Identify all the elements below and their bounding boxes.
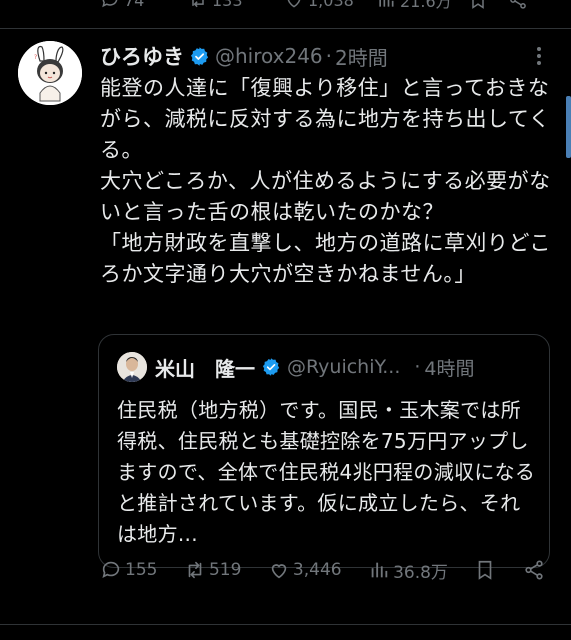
quoted-avatar	[117, 352, 147, 382]
like-icon	[287, 0, 301, 8]
quoted-separator-dot: ·	[414, 356, 421, 378]
prev-views-action[interactable]: 21.6万	[376, 0, 468, 12]
reply-icon	[102, 561, 120, 578]
tweet-header: ひろゆき @hirox246 · 2時間	[100, 41, 551, 71]
share-button[interactable]	[523, 559, 545, 581]
avatar[interactable]: ?	[18, 41, 82, 105]
repost-count: 519	[208, 560, 242, 580]
bookmark-button[interactable]	[474, 559, 496, 581]
bookmark-icon	[479, 560, 492, 580]
view-count: 36.8万	[393, 562, 448, 583]
views-button[interactable]: 36.8万	[368, 558, 448, 583]
timestamp[interactable]: 2時間	[335, 42, 388, 71]
display-name[interactable]: ひろゆき	[100, 41, 184, 71]
prev-reply-count: 74	[124, 0, 145, 10]
tweet-text: 能登の人達に「復興より移住」と言っておきながら、減税に反対する為に地方を持ち出し…	[100, 76, 551, 286]
quoted-tweet-card[interactable]: 米山 隆一 @RyuichiY... · 4時間 住民税（地方税）です。国民・玉…	[98, 334, 550, 568]
prev-view-count: 21.6万	[400, 0, 452, 11]
bookmark-icon	[472, 0, 484, 9]
quoted-display-name: 米山 隆一	[155, 356, 255, 381]
views-icon	[379, 0, 394, 7]
share-icon	[525, 560, 543, 580]
bottom-divider	[0, 624, 571, 625]
top-divider	[0, 28, 571, 29]
quoted-timestamp: 4時間	[424, 357, 475, 380]
share-icon	[510, 0, 526, 9]
tweet-actions: 155 519 3,446 36.8万	[100, 556, 545, 584]
prev-repost-action[interactable]: 133	[188, 0, 284, 10]
prev-bookmark-action[interactable]	[468, 0, 508, 10]
scrollbar[interactable]	[566, 96, 571, 158]
previous-tweet-actions: 74 133 1,038 21.6万	[100, 0, 541, 11]
more-options-button[interactable]	[527, 44, 551, 68]
handle[interactable]: @hirox246	[215, 44, 323, 68]
like-button[interactable]: 3,446	[268, 559, 342, 581]
verified-badge-icon	[262, 358, 280, 376]
prev-repost-count: 133	[212, 0, 243, 10]
reply-count: 155	[125, 560, 158, 580]
avatar-illustration: ?	[18, 41, 82, 105]
quoted-tweet-header: 米山 隆一 @RyuichiY... · 4時間	[117, 351, 535, 383]
prev-share-action[interactable]	[508, 0, 528, 10]
repost-icon	[188, 561, 202, 579]
repost-button[interactable]: 519	[184, 559, 241, 581]
views-icon	[371, 562, 388, 578]
quoted-handle: @RyuichiY...	[287, 356, 401, 378]
more-icon	[537, 47, 541, 65]
prev-like-count: 1,038	[308, 0, 354, 10]
separator-dot: ·	[325, 44, 333, 68]
reply-icon	[102, 0, 118, 8]
like-count: 3,446	[292, 560, 342, 580]
prev-like-action[interactable]: 1,038	[284, 0, 376, 10]
verified-badge-icon	[191, 46, 209, 66]
quoted-tweet-text: 住民税（地方税）です。国民・玉木案では所得税、住民税とも基礎控除を75万円アップ…	[117, 398, 536, 546]
quoted-avatar-photo	[117, 352, 147, 382]
reply-button[interactable]: 155	[100, 559, 157, 581]
repost-icon	[192, 0, 204, 8]
prev-reply-action[interactable]: 74	[100, 0, 188, 10]
svg-text:?: ?	[34, 54, 37, 61]
like-icon	[271, 564, 287, 579]
